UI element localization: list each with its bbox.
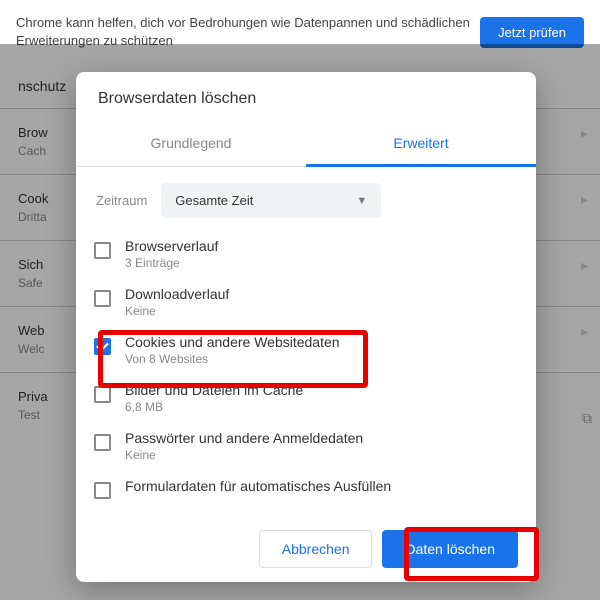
item-passwords[interactable]: Passwörter und andere AnmeldedatenKeine: [76, 422, 536, 470]
time-range-row: Zeitraum Gesamte Zeit ▼: [76, 167, 536, 230]
chevron-right-icon: ▸: [581, 257, 588, 274]
item-cookies[interactable]: Cookies und andere WebsitedatenVon 8 Web…: [76, 326, 536, 374]
checkbox[interactable]: [94, 482, 111, 499]
checkbox[interactable]: [94, 242, 111, 259]
checkbox[interactable]: [94, 434, 111, 451]
chevron-right-icon: ▸: [581, 323, 588, 340]
checkbox[interactable]: [94, 290, 111, 307]
tab-basic[interactable]: Grundlegend: [76, 122, 306, 166]
checkbox[interactable]: [94, 386, 111, 403]
chevron-right-icon: ▸: [581, 125, 588, 142]
item-cache[interactable]: Bilder und Dateien im Cache6,8 MB: [76, 374, 536, 422]
time-range-label: Zeitraum: [96, 193, 147, 208]
item-download-history[interactable]: DownloadverlaufKeine: [76, 278, 536, 326]
tab-advanced[interactable]: Erweitert: [306, 122, 536, 167]
dialog-body[interactable]: Zeitraum Gesamte Zeit ▼ Browserverlauf3 …: [76, 167, 536, 516]
chevron-right-icon: ▸: [581, 191, 588, 208]
time-range-select[interactable]: Gesamte Zeit ▼: [161, 183, 381, 218]
time-range-value: Gesamte Zeit: [175, 193, 253, 208]
external-link-icon: ⧉: [582, 410, 592, 427]
checkbox[interactable]: [94, 338, 111, 355]
dialog-footer: Abbrechen Daten löschen: [76, 516, 536, 582]
tabs: Grundlegend Erweitert: [76, 122, 536, 167]
chevron-down-icon: ▼: [356, 195, 367, 207]
item-browsing-history[interactable]: Browserverlauf3 Einträge: [76, 230, 536, 278]
cancel-button[interactable]: Abbrechen: [259, 530, 373, 568]
clear-browsing-data-dialog: Browserdaten löschen Grundlegend Erweite…: [76, 72, 536, 582]
dialog-title: Browserdaten löschen: [76, 72, 536, 122]
clear-data-button[interactable]: Daten löschen: [382, 530, 518, 568]
item-autofill[interactable]: Formulardaten für automatisches Ausfülle…: [76, 470, 536, 507]
